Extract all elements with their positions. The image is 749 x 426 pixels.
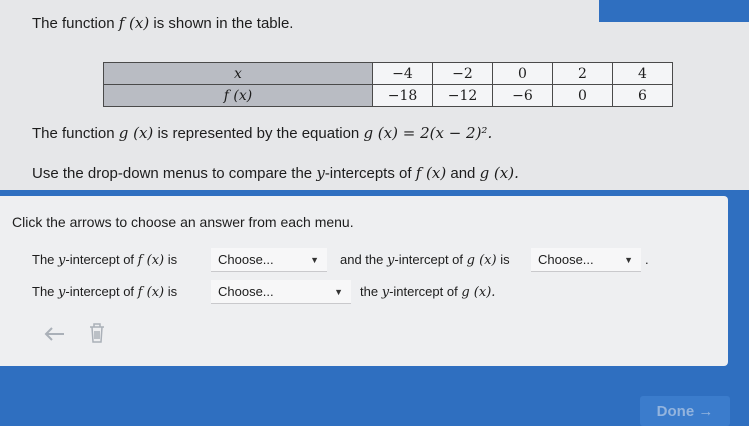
row2-is: is xyxy=(167,284,178,299)
dropdown-value: Choose... xyxy=(218,252,274,267)
table-cell: −2 xyxy=(432,62,493,85)
answer-row-2-end: the y-intercept of g (x). xyxy=(360,284,495,300)
caret-down-icon: ▼ xyxy=(334,286,343,297)
table-row-fx: f (x) −18 −12 −6 0 6 xyxy=(103,84,673,107)
dropdown-fx-intercept[interactable]: Choose... ▼ xyxy=(211,248,327,272)
line3-text-mid: -intercepts of xyxy=(324,165,412,182)
line2-text: The function xyxy=(32,125,115,142)
table-row-x: x −4 −2 0 2 4 xyxy=(103,62,673,85)
answer-row-1-start: The y-intercept of f (x) is xyxy=(32,252,177,268)
line3-text: Use the drop-down menus to compare the xyxy=(32,165,313,182)
line3-gx: g (x). xyxy=(479,164,519,182)
row1-period: . xyxy=(645,252,649,267)
line1-fx: f (x) xyxy=(118,14,150,32)
instruction-text: Click the arrows to choose an answer fro… xyxy=(12,214,354,230)
answer-row-2-start: The y-intercept of f (x) is xyxy=(32,284,177,300)
trash-icon[interactable] xyxy=(88,322,106,349)
dropdown-comparison[interactable]: Choose... ▼ xyxy=(211,280,351,304)
caret-down-icon: ▼ xyxy=(310,254,319,265)
table-cell: −18 xyxy=(372,84,433,107)
line1-text: The function xyxy=(32,15,115,32)
row1-and-the: and the xyxy=(340,252,384,267)
undo-arrow-icon[interactable] xyxy=(44,326,66,347)
answer-panel: Click the arrows to choose an answer fro… xyxy=(0,196,728,366)
row2-y2: y xyxy=(381,285,390,300)
table-cell: 2 xyxy=(552,62,613,85)
row1-is: is xyxy=(167,252,178,267)
line3-and: and xyxy=(450,165,476,182)
row1-is-2: is xyxy=(500,252,510,267)
row1-gx: g (x) xyxy=(466,253,497,268)
problem-line-1: The function f (x) is shown in the table… xyxy=(32,14,293,32)
line2-gx: g (x) xyxy=(118,124,154,142)
done-button[interactable]: Done → xyxy=(640,396,730,426)
line2-text-mid: is represented by the equation xyxy=(157,125,360,142)
table-header-x: x xyxy=(103,62,373,85)
header-strip xyxy=(599,0,749,22)
problem-line-3: Use the drop-down menus to compare the y… xyxy=(32,164,519,182)
line2-equation: g (x) = 2(x − 2)². xyxy=(363,124,493,142)
table-header-fx: f (x) xyxy=(103,84,373,107)
row2-intercept-of-2: -intercept of xyxy=(389,284,458,299)
row2-the: The xyxy=(32,284,55,299)
row1-intercept-of: -intercept of xyxy=(65,252,135,267)
line3-fx: f (x) xyxy=(415,164,447,182)
table-cell: 0 xyxy=(552,84,613,107)
caret-down-icon: ▼ xyxy=(624,254,633,265)
table-cell: 4 xyxy=(612,62,673,85)
table-cell: 6 xyxy=(612,84,673,107)
dropdown-gx-intercept[interactable]: Choose... ▼ xyxy=(531,248,641,272)
row2-the-2: the xyxy=(360,284,379,299)
row2-gx: g (x). xyxy=(461,285,496,300)
problem-line-2: The function g (x) is represented by the… xyxy=(32,124,492,142)
dropdown-value: Choose... xyxy=(218,284,274,299)
function-table: x −4 −2 0 2 4 f (x) −18 −12 −6 0 6 xyxy=(103,62,673,107)
line3-y: y xyxy=(316,164,325,182)
row2-fx: f (x) xyxy=(137,285,165,300)
table-cell: −6 xyxy=(492,84,553,107)
row1-intercept-of-2: -intercept of xyxy=(394,252,464,267)
line1-text-end: is shown in the table. xyxy=(153,15,294,32)
answer-row-1-mid: and the y-intercept of g (x) is xyxy=(340,252,510,268)
dropdown-value: Choose... xyxy=(538,252,594,267)
table-cell: −4 xyxy=(372,62,433,85)
problem-panel: The function f (x) is shown in the table… xyxy=(0,0,749,190)
table-cell: 0 xyxy=(492,62,553,85)
row1-the: The xyxy=(32,252,55,267)
row1-fx: f (x) xyxy=(137,253,165,268)
row2-intercept-of: -intercept of xyxy=(65,284,135,299)
table-cell: −12 xyxy=(432,84,493,107)
